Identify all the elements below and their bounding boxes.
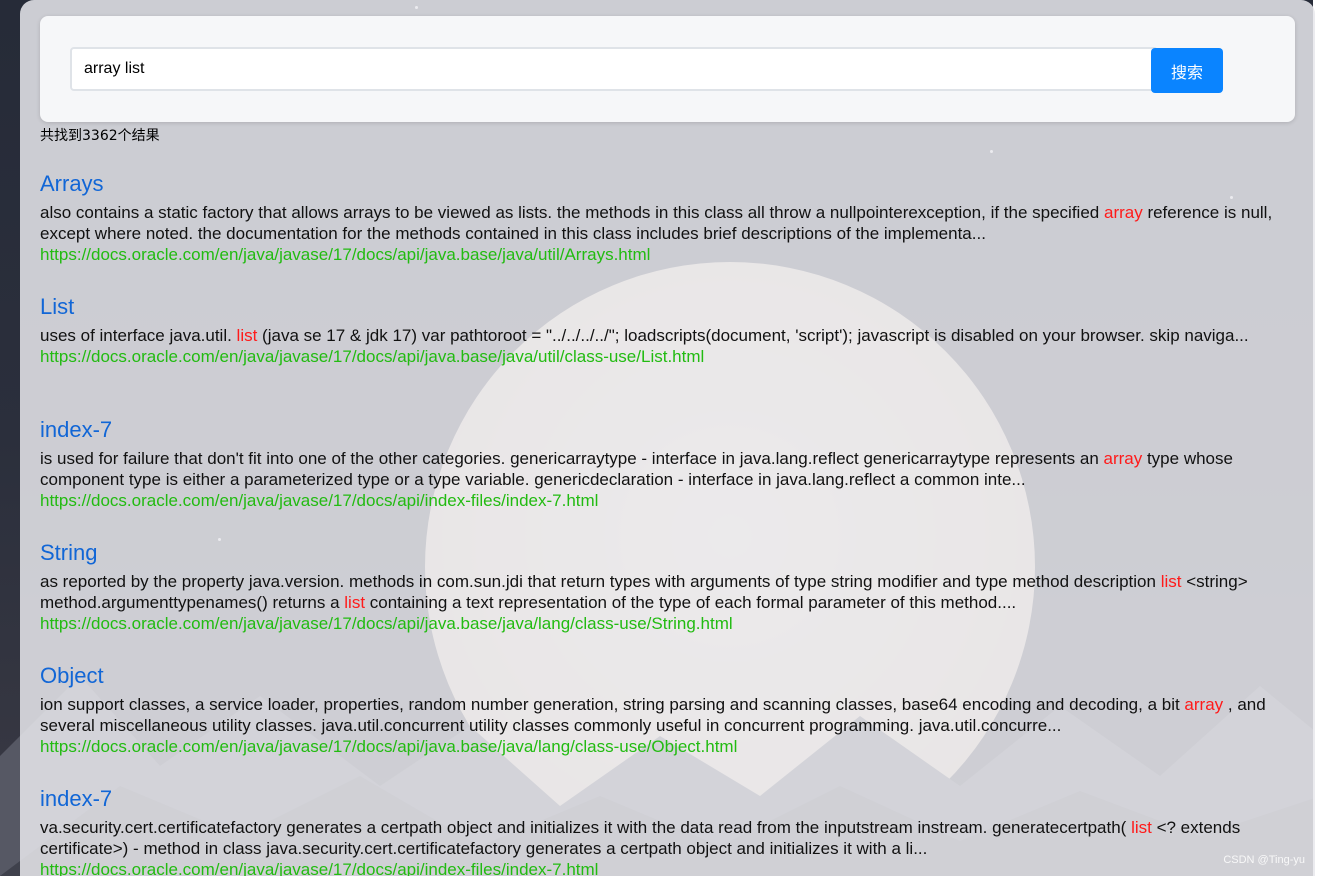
result-title-link[interactable]: List [40,293,1300,321]
watermark: CSDN @Ting-yu [1223,854,1305,866]
highlighted-term: list [1131,818,1152,837]
result-title-link[interactable]: String [40,539,1300,567]
description-text: ion support classes, a service loader, p… [40,695,1185,714]
result-item: index-7 va.security.cert.certificatefacto… [40,785,1300,876]
result-description: is used for failure that don't fit into … [40,448,1300,490]
result-description: as reported by the property java.version… [40,571,1300,613]
result-description: va.security.cert.certificatefactory gene… [40,817,1300,859]
description-text: (java se 17 & jdk 17) var pathtoroot = "… [257,326,1249,345]
description-text: uses of interface java.util. [40,326,237,345]
result-item: String as reported by the property java.v… [40,539,1300,662]
description-text: containing a text representation of the … [365,593,1017,612]
highlighted-term: list [344,593,366,612]
highlighted-term: array [1103,449,1143,468]
result-url-link[interactable]: https://docs.oracle.com/en/java/javase/1… [40,244,1300,265]
result-title-link[interactable]: Object [40,662,1300,690]
description-text: va.security.cert.certificatefactory gene… [40,818,1132,837]
result-url-link[interactable]: https://docs.oracle.com/en/java/javase/1… [40,346,1300,367]
result-count: 共找到3362个结果 [40,128,160,144]
result-item: Arrays also contains a static factory tha… [40,170,1300,293]
result-title-link[interactable]: Arrays [40,170,1300,198]
result-item: List uses of interface java.util. list (j… [40,293,1300,416]
highlighted-term: list [1160,572,1182,591]
result-item: Object ion support classes, a service loa… [40,662,1300,785]
search-button[interactable]: 搜索 [1151,48,1223,93]
result-title-link[interactable]: index-7 [40,416,1300,444]
result-url-link[interactable]: https://docs.oracle.com/en/java/javase/1… [40,613,1300,634]
search-input[interactable] [70,47,1158,91]
search-bar: 搜索 [40,16,1295,122]
result-title-link[interactable]: index-7 [40,785,1300,813]
description-text: also contains a static factory that allo… [40,203,1104,222]
result-url-link[interactable]: https://docs.oracle.com/en/java/javase/1… [40,490,1300,511]
result-url-link[interactable]: https://docs.oracle.com/en/java/javase/1… [40,859,1300,876]
highlighted-term: list [236,326,258,345]
result-description: uses of interface java.util. list (java … [40,325,1300,346]
result-description: also contains a static factory that allo… [40,202,1300,244]
result-url-link[interactable]: https://docs.oracle.com/en/java/javase/1… [40,736,1300,757]
highlighted-term: array [1184,695,1224,714]
description-text: is used for failure that don't fit into … [40,449,1104,468]
description-text: as reported by the property java.version… [40,572,1161,591]
highlighted-term: array [1103,203,1143,222]
result-description: ion support classes, a service loader, p… [40,694,1300,736]
result-item: index-7 is used for failure that don't fi… [40,416,1300,539]
results-list: Arrays also contains a static factory tha… [40,170,1300,876]
